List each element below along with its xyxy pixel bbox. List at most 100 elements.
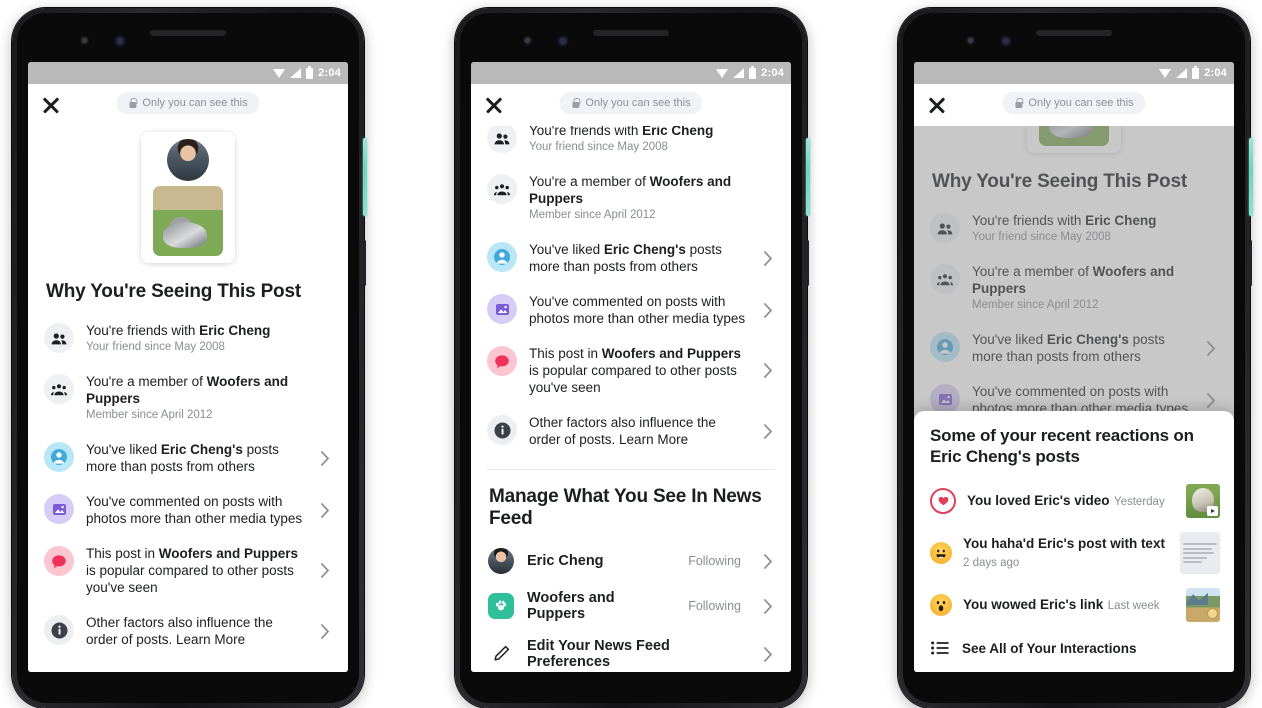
signal-icon	[290, 68, 302, 78]
phone-1-content: Why You're Seeing This Post You're frien…	[28, 126, 348, 657]
reason-text: You've liked Eric Cheng's posts more tha…	[972, 331, 1194, 365]
profile-icon	[44, 442, 74, 472]
reason-text: You're friends with Eric Cheng Your frie…	[972, 212, 1220, 245]
power-button[interactable]	[363, 138, 367, 216]
reason-row-friends: You're friends with Eric Cheng Your frie…	[471, 126, 791, 164]
info-icon	[487, 415, 517, 445]
chevron-right-icon	[763, 598, 777, 615]
profile-icon	[487, 242, 517, 272]
reason-text: You've commented on posts with photos mo…	[529, 293, 751, 327]
reason-row-liked[interactable]: You've liked Eric Cheng's posts more tha…	[471, 232, 791, 284]
reason-sub: Member since April 2012	[529, 209, 656, 221]
volume-button[interactable]	[1249, 240, 1252, 286]
chevron-right-icon	[763, 423, 777, 440]
reaction-row-haha[interactable]: You haha'd Eric's post with text 2 days …	[914, 525, 1234, 581]
volume-button[interactable]	[363, 240, 366, 286]
chevron-right-icon	[320, 450, 334, 467]
page-title: Why You're Seeing This Post	[932, 171, 1187, 192]
post-preview-card[interactable]	[1027, 126, 1121, 153]
reason-main: You've liked Eric Cheng's posts more tha…	[86, 442, 279, 474]
earpiece-speaker	[1036, 30, 1112, 36]
status-bar: 2:04	[471, 62, 791, 84]
reaction-label: You wowed Eric's link	[963, 597, 1104, 612]
chevron-right-icon	[1206, 392, 1220, 409]
reason-main: You're a member of Woofers and Puppers	[529, 174, 732, 206]
reaction-row-loved[interactable]: You loved Eric's video Yesterday	[914, 477, 1234, 525]
see-all-interactions-row[interactable]: See All of Your Interactions	[914, 629, 1234, 662]
manage-row-edit-preferences[interactable]: Edit Your News Feed Preferences	[471, 630, 791, 672]
haha-reaction-icon	[930, 542, 952, 564]
reaction-time: 2 days ago	[963, 557, 1020, 569]
profile-icon	[930, 332, 960, 362]
reason-row-liked[interactable]: You've liked Eric Cheng's posts more tha…	[28, 432, 348, 484]
photo-icon	[44, 494, 74, 524]
close-icon[interactable]	[483, 94, 505, 116]
post-preview[interactable]	[28, 126, 348, 277]
front-camera-icon	[82, 38, 87, 43]
close-icon[interactable]	[926, 94, 948, 116]
app-header: Only you can see this	[914, 84, 1234, 126]
reason-row-liked[interactable]: You've liked Eric Cheng's posts more tha…	[914, 322, 1234, 374]
group-icon	[930, 264, 960, 294]
reason-main: This post in Woofers and Puppers is popu…	[86, 546, 299, 595]
reason-main: You've liked Eric Cheng's posts more tha…	[529, 242, 722, 274]
reaction-row-wow[interactable]: You wowed Eric's link Last week	[914, 581, 1234, 629]
chevron-right-icon	[320, 502, 334, 519]
reaction-thumbnail-text	[1180, 532, 1220, 574]
paw-group-icon	[488, 593, 514, 619]
reason-text: You've liked Eric Cheng's posts more tha…	[529, 241, 751, 275]
status-bar-time: 2:04	[1204, 67, 1227, 79]
reason-sub: Your friend since May 2008	[86, 341, 225, 353]
close-icon[interactable]	[40, 94, 62, 116]
status-bar: 2:04	[914, 62, 1234, 84]
front-camera-icon	[968, 38, 973, 43]
love-reaction-icon	[930, 488, 956, 514]
reason-text: You're friends with Eric Cheng Your frie…	[86, 322, 334, 355]
reason-text: This post in Woofers and Puppers is popu…	[86, 545, 308, 596]
pencil-icon	[488, 641, 514, 667]
reason-sub: Member since April 2012	[972, 299, 1099, 311]
reason-row-commented[interactable]: You've commented on posts with photos mo…	[28, 484, 348, 536]
power-button[interactable]	[806, 138, 810, 216]
privacy-badge-label: Only you can see this	[585, 97, 691, 109]
reason-row-popular[interactable]: This post in Woofers and Puppers is popu…	[471, 336, 791, 405]
reason-main: You've commented on posts with photos mo…	[86, 494, 303, 526]
phone-3-scroll-area[interactable]: Why You're Seeing This Post You're frien…	[914, 126, 1234, 672]
reason-text: This post in Woofers and Puppers is popu…	[529, 345, 751, 396]
reason-text: Other factors also influence the order o…	[86, 614, 308, 648]
earpiece-speaker	[150, 30, 226, 36]
reason-main: You're a member of Woofers and Puppers	[972, 264, 1175, 296]
phone-2-scroll-area[interactable]: Why You're Seeing This Post You're frien…	[471, 126, 791, 672]
battery-icon	[306, 65, 314, 79]
post-preview[interactable]	[914, 126, 1234, 167]
manage-row-label: Woofers and Puppers	[527, 590, 615, 622]
privacy-badge: Only you can see this	[1002, 92, 1146, 114]
reason-text: You're a member of Woofers and Puppers M…	[529, 173, 777, 223]
app-header: Only you can see this	[471, 84, 791, 126]
post-photo	[153, 186, 223, 256]
reaction-text: You loved Eric's video Yesterday	[967, 492, 1175, 510]
lock-icon	[128, 98, 138, 109]
reaction-label: You loved Eric's video	[967, 493, 1110, 508]
privacy-badge-label: Only you can see this	[142, 97, 248, 109]
signal-icon	[733, 68, 745, 78]
reason-row-other-factors[interactable]: Other factors also influence the order o…	[471, 405, 791, 457]
power-button[interactable]	[1249, 138, 1253, 216]
reason-row-popular[interactable]: This post in Woofers and Puppers is popu…	[28, 536, 348, 605]
phone-2-content: Why You're Seeing This Post You're frien…	[471, 126, 791, 672]
privacy-badge-label: Only you can see this	[1028, 97, 1134, 109]
manage-row-woofers-and-puppers[interactable]: Woofers and Puppers Following	[471, 582, 791, 630]
reason-main: You're a member of Woofers and Puppers	[86, 374, 289, 406]
reason-main: You're friends with Eric Cheng	[86, 323, 271, 338]
phone-1-scroll-area[interactable]: Why You're Seeing This Post You're frien…	[28, 126, 348, 672]
avatar-eric-cheng	[488, 548, 514, 574]
reason-row-other-factors[interactable]: Other factors also influence the order o…	[28, 605, 348, 657]
reason-sub: Your friend since May 2008	[529, 141, 668, 153]
photo-icon	[930, 384, 960, 414]
volume-button[interactable]	[806, 240, 809, 286]
group-icon	[44, 374, 74, 404]
manage-row-eric-cheng[interactable]: Eric Cheng Following	[471, 540, 791, 582]
reason-row-commented[interactable]: You've commented on posts with photos mo…	[471, 284, 791, 336]
post-preview-card[interactable]	[141, 132, 235, 263]
phone-3-screen: 2:04 Only you can see this Why You're Se…	[914, 62, 1234, 672]
